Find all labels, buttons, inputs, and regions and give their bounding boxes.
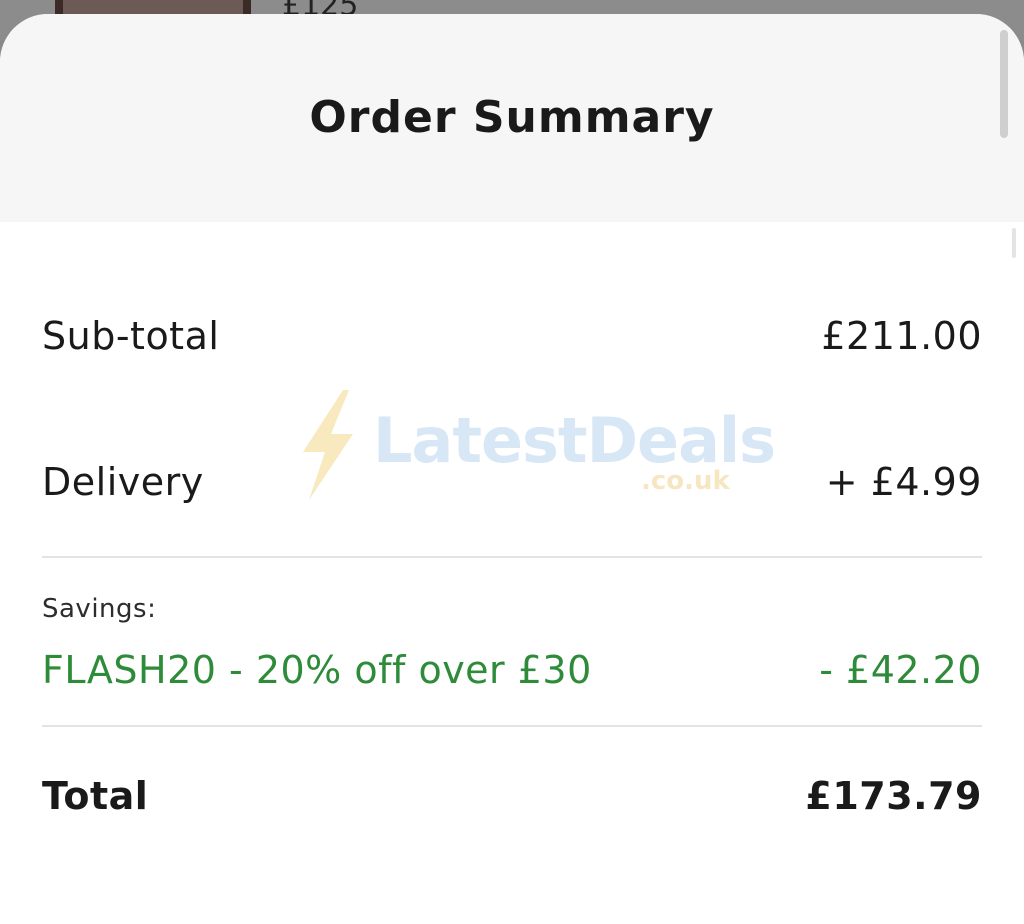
total-label: Total [42, 774, 149, 818]
page-title: Order Summary [309, 92, 715, 143]
divider [42, 556, 982, 558]
savings-value: - £42.20 [819, 648, 982, 692]
savings-row: FLASH20 - 20% off over £30 - £42.20 [42, 648, 982, 692]
delivery-label: Delivery [42, 460, 204, 504]
delivery-value: + £4.99 [825, 460, 982, 504]
savings-heading: Savings: [42, 594, 157, 624]
total-value: £173.79 [805, 774, 982, 818]
sheet-header: Order Summary [0, 14, 1024, 222]
subtotal-label: Sub-total [42, 314, 220, 358]
divider [42, 725, 982, 727]
delivery-row: Delivery + £4.99 [42, 460, 982, 504]
scrollbar[interactable] [1000, 30, 1008, 138]
total-row: Total £173.79 [42, 774, 982, 818]
scrollbar-track [1012, 228, 1016, 258]
subtotal-row: Sub-total £211.00 [42, 314, 982, 358]
product-image-peek [55, 0, 251, 14]
subtotal-value: £211.00 [821, 314, 982, 358]
order-summary-sheet: Order Summary Sub-total £211.00 Delivery… [0, 14, 1024, 924]
promo-code-label: FLASH20 - 20% off over £30 [42, 648, 592, 692]
